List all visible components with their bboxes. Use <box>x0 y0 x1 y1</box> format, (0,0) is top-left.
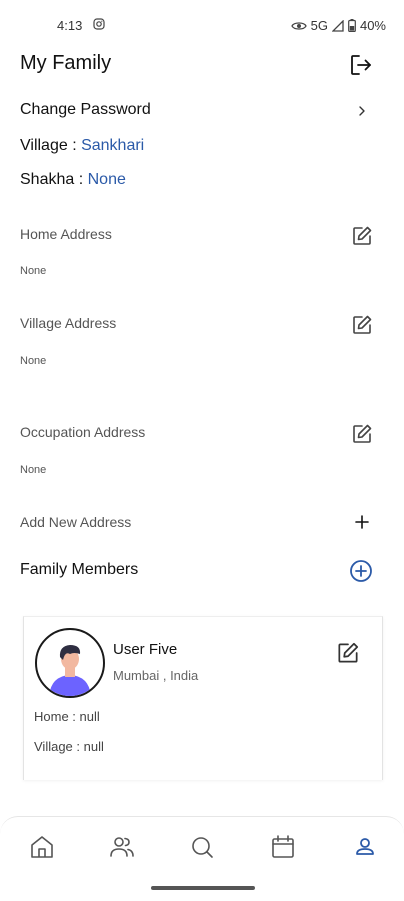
battery-icon <box>348 19 356 32</box>
village-info: Village : Sankhari <box>20 137 144 155</box>
family-icon[interactable] <box>107 832 137 862</box>
village-address-title: Village Address <box>20 315 117 331</box>
shakha-label: Shakha : <box>20 171 88 188</box>
calendar-icon[interactable] <box>268 832 298 862</box>
member-village: Village : null <box>34 739 104 754</box>
signal-icon <box>331 19 344 32</box>
village-value: Sankhari <box>81 137 145 154</box>
shakha-info: Shakha : None <box>20 171 126 189</box>
family-member-card[interactable]: User Five Mumbai , India Home : null Vil… <box>23 616 383 780</box>
page-title: My Family <box>20 52 112 74</box>
change-password-link[interactable]: Change Password <box>20 101 151 119</box>
chevron-right-icon[interactable] <box>354 101 370 121</box>
edit-home-address-icon[interactable] <box>350 224 374 248</box>
status-time: 4:13 <box>57 18 83 33</box>
shakha-value: None <box>87 171 126 188</box>
user-avatar-illustration <box>49 645 91 696</box>
plus-icon[interactable] <box>352 512 372 532</box>
edit-village-address-icon[interactable] <box>350 313 374 337</box>
network-type: 5G <box>310 18 328 33</box>
profile-icon[interactable] <box>350 832 380 862</box>
occupation-address-title: Occupation Address <box>20 424 146 440</box>
eye-icon <box>290 21 307 30</box>
status-bar: 4:13 5G 40% <box>0 0 404 50</box>
edit-occupation-address-icon[interactable] <box>350 422 374 446</box>
village-address-value: None <box>20 355 47 367</box>
instagram-notification-icon <box>93 18 105 30</box>
home-address-value: None <box>20 265 47 277</box>
occupation-address-value: None <box>20 464 47 476</box>
bottom-navigation <box>0 816 404 901</box>
home-icon[interactable] <box>27 832 57 862</box>
home-indicator <box>151 886 255 890</box>
home-address-title: Home Address <box>20 226 112 242</box>
status-indicators: 5G 40% <box>290 18 386 33</box>
battery-percent: 40% <box>359 18 386 33</box>
add-new-address-label[interactable]: Add New Address <box>20 514 131 530</box>
member-home: Home : null <box>34 709 100 724</box>
logout-icon[interactable] <box>348 52 374 78</box>
search-icon[interactable] <box>187 832 217 862</box>
add-family-member-icon[interactable] <box>348 558 374 584</box>
edit-member-icon[interactable] <box>335 640 361 666</box>
member-name: User Five <box>113 641 178 658</box>
village-label: Village : <box>20 137 82 154</box>
family-members-title: Family Members <box>20 561 139 578</box>
avatar <box>35 628 105 698</box>
member-location: Mumbai , India <box>113 668 199 683</box>
